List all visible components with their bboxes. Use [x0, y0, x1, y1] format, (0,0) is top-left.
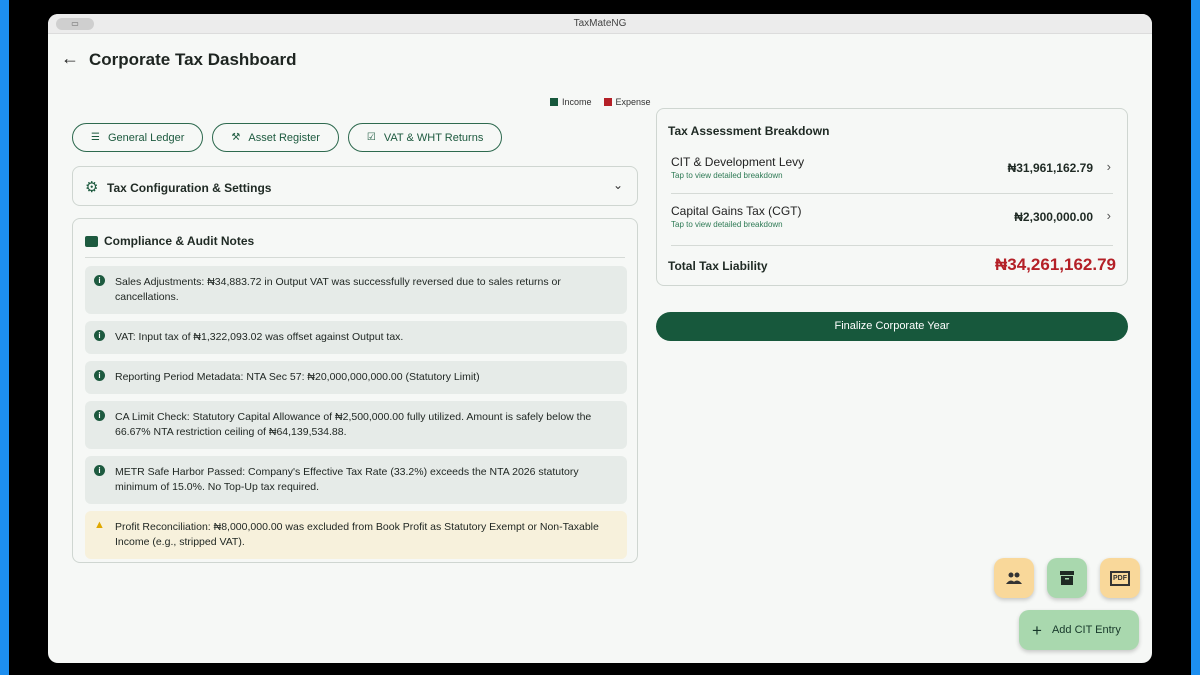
note-text: Sales Adjustments: ₦34,883.72 in Output … [115, 276, 561, 303]
back-arrow-icon[interactable]: ← [61, 48, 79, 69]
compliance-title: Compliance & Audit Notes [104, 234, 255, 248]
chevron-right-icon: › [1106, 159, 1111, 174]
settings-label: Tax Configuration & Settings [107, 181, 272, 195]
vat-wht-returns-label: VAT & WHT Returns [383, 131, 484, 144]
asset-register-label: Asset Register [248, 131, 320, 144]
note-item: i METR Safe Harbor Passed: Company's Effe… [85, 456, 627, 504]
title-bar: ▭ TaxMateNG [48, 14, 1152, 34]
note-item: i Reporting Period Metadata: NTA Sec 57: … [85, 361, 627, 394]
pdf-icon: PDF [1110, 570, 1130, 586]
compliance-header: Compliance & Audit Notes [85, 234, 254, 248]
pdf-button[interactable]: PDF [1100, 558, 1140, 598]
people-icon [1006, 572, 1022, 584]
notes-icon [85, 235, 98, 247]
right-edge [1191, 0, 1200, 675]
tax-breakdown-card: Tax Assessment Breakdown CIT & Developme… [656, 108, 1128, 286]
row-name: CIT & Development Levy [671, 155, 805, 169]
note-text: Reporting Period Metadata: NTA Sec 57: ₦… [115, 371, 480, 383]
legend-expense: Expense [603, 97, 651, 107]
warning-icon: ▲ [94, 519, 105, 531]
breakdown-row-cgt[interactable]: Capital Gains Tax (CGT) Tap to view deta… [671, 198, 1113, 246]
legend-income: Income [550, 97, 592, 107]
chevron-down-icon[interactable]: ⌄ [613, 178, 623, 192]
note-item-warning: ▲ Profit Reconciliation: ₦8,000,000.00 wa… [85, 511, 627, 559]
archive-icon [1060, 571, 1074, 585]
info-icon: i [94, 330, 105, 341]
list-icon: ☰ [91, 132, 100, 143]
note-text: CA Limit Check: Statutory Capital Allowa… [115, 411, 592, 438]
divider [671, 245, 1113, 246]
compliance-card: Compliance & Audit Notes i Sales Adjustme… [72, 218, 638, 563]
row-amount: ₦31,961,162.79 [1007, 161, 1093, 175]
asset-register-button[interactable]: ⚒ Asset Register [212, 123, 339, 152]
left-edge [0, 0, 9, 675]
sidebar-toggle-icon[interactable]: ▭ [56, 18, 94, 30]
divider [671, 193, 1113, 194]
plus-icon: + [1032, 620, 1042, 640]
breakdown-title: Tax Assessment Breakdown [668, 124, 830, 138]
legend-expense-label: Expense [615, 97, 651, 107]
row-hint: Tap to view detailed breakdown [671, 220, 783, 229]
archive-button[interactable] [1047, 558, 1087, 598]
quick-actions: ☰ General Ledger ⚒ Asset Register ☑ VAT … [72, 123, 503, 152]
asset-icon: ⚒ [231, 132, 241, 143]
checklist-icon: ☑ [366, 132, 376, 143]
income-swatch [550, 98, 558, 106]
add-cit-entry-label: Add CIT Entry [1051, 624, 1121, 636]
gear-icon: ⚙ [85, 179, 99, 196]
breakdown-row-cit[interactable]: CIT & Development Levy Tap to view detai… [671, 149, 1113, 197]
total-label: Total Tax Liability [668, 259, 768, 273]
row-amount: ₦2,300,000.00 [1014, 210, 1093, 224]
general-ledger-label: General Ledger [107, 131, 185, 144]
page-header: ← Corporate Tax Dashboard [48, 34, 1152, 84]
row-name: Capital Gains Tax (CGT) [671, 204, 802, 218]
people-button[interactable] [994, 558, 1034, 598]
chevron-right-icon: › [1106, 208, 1111, 223]
note-item: i VAT: Input tax of ₦1,322,093.02 was off… [85, 321, 627, 354]
note-text: Profit Reconciliation: ₦8,000,000.00 was… [115, 521, 599, 548]
row-hint: Tap to view detailed breakdown [671, 171, 783, 180]
total-amount: ₦34,261,162.79 [995, 255, 1116, 274]
legend-income-label: Income [562, 97, 592, 107]
note-item: i CA Limit Check: Statutory Capital Allow… [85, 401, 627, 449]
window-title: TaxMateNG [573, 18, 627, 29]
vat-wht-returns-button[interactable]: ☑ VAT & WHT Returns [347, 123, 503, 152]
info-icon: i [94, 275, 105, 286]
general-ledger-button[interactable]: ☰ General Ledger [72, 123, 204, 152]
info-icon: i [94, 370, 105, 381]
app-window: ▭ TaxMateNG ← Corporate Tax Dashboard In… [48, 14, 1152, 663]
note-text: VAT: Input tax of ₦1,322,093.02 was offs… [115, 331, 404, 343]
page-title: Corporate Tax Dashboard [89, 50, 297, 69]
add-cit-entry-button[interactable]: + Add CIT Entry [1019, 610, 1139, 650]
info-icon: i [94, 465, 105, 476]
info-icon: i [94, 410, 105, 421]
note-text: METR Safe Harbor Passed: Company's Effec… [115, 466, 579, 493]
tax-settings-expander[interactable]: ⚙ Tax Configuration & Settings ⌄ [72, 166, 638, 206]
divider [85, 257, 625, 258]
note-item: i Sales Adjustments: ₦34,883.72 in Output… [85, 266, 627, 314]
notes-list: i Sales Adjustments: ₦34,883.72 in Output… [85, 266, 627, 566]
finalize-year-button[interactable]: Finalize Corporate Year [656, 312, 1128, 341]
chart-legend: Income Expense [550, 97, 651, 107]
expense-swatch [603, 98, 612, 106]
